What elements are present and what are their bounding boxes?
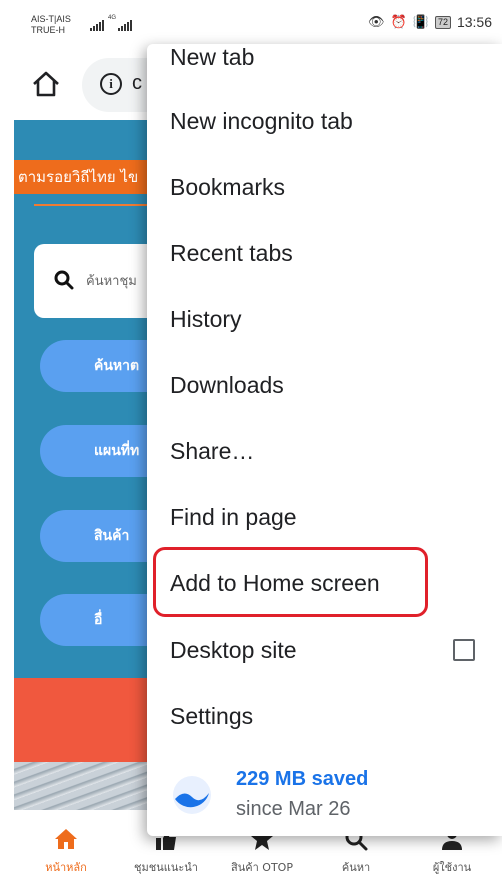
- vibrate-icon: 📳: [412, 14, 429, 29]
- menu-label: Find in page: [170, 504, 297, 530]
- menu-item-share[interactable]: Share…: [147, 418, 502, 484]
- menu-item-downloads[interactable]: Downloads: [147, 352, 502, 418]
- eye-comfort-icon: 👁: [368, 14, 385, 29]
- status-bar: AIS-T|AIS TRUE-H 4G 👁 ⏰ 📳 72 13:56: [0, 0, 502, 44]
- menu-item-new-incognito-tab[interactable]: New incognito tab: [147, 88, 502, 154]
- menu-label: History: [170, 306, 242, 332]
- battery-icon: 72: [434, 15, 451, 29]
- search-placeholder: ค้นหาชุม: [86, 274, 137, 289]
- data-saver-summary[interactable]: 229 MB saved since Mar 26: [147, 754, 502, 834]
- signal-strength-icon: [90, 19, 104, 31]
- menu-label: Share…: [170, 438, 255, 464]
- nav-label: สินค้า OTOP: [231, 861, 293, 874]
- menu-item-new-tab[interactable]: New tab: [147, 44, 502, 90]
- lite-mode-icon: [173, 776, 211, 814]
- carrier-line-2: TRUE-H: [31, 25, 65, 35]
- menu-label: Bookmarks: [170, 174, 286, 200]
- menu-label: New incognito tab: [170, 108, 353, 134]
- url-text: c: [132, 72, 142, 94]
- menu-label: Downloads: [170, 372, 284, 398]
- nav-item-home[interactable]: หน้าหลัก: [16, 810, 116, 886]
- menu-label: Recent tabs: [170, 240, 293, 266]
- home-icon: [33, 71, 59, 97]
- overflow-menu: New tab New incognito tab Bookmarks Rece…: [147, 44, 502, 836]
- carrier-label: AIS-T|AIS TRUE-H: [31, 14, 71, 36]
- menu-item-settings[interactable]: Settings: [147, 683, 502, 749]
- nav-label: ชุมชนแนะนำ: [134, 861, 198, 874]
- home-button[interactable]: [30, 68, 62, 100]
- highlight-box: [153, 547, 428, 617]
- clock: 13:56: [456, 14, 492, 30]
- carrier-line-1: AIS-T|AIS: [31, 14, 71, 24]
- home-icon: [55, 829, 77, 849]
- signal-strength-icon-2: [118, 19, 132, 31]
- nav-label: ค้นหา: [341, 861, 371, 874]
- info-icon[interactable]: i: [100, 73, 122, 95]
- menu-label: New tab: [170, 44, 255, 70]
- nav-label: ผู้ใช้งาน: [432, 861, 472, 874]
- nav-label: หน้าหลัก: [45, 861, 87, 874]
- menu-label: Settings: [170, 703, 254, 729]
- search-icon: [54, 270, 74, 290]
- menu-item-bookmarks[interactable]: Bookmarks: [147, 154, 502, 220]
- menu-item-desktop-site[interactable]: Desktop site: [147, 617, 502, 683]
- desktop-site-checkbox[interactable]: [453, 639, 475, 661]
- menu-item-recent-tabs[interactable]: Recent tabs: [147, 220, 502, 286]
- menu-item-history[interactable]: History: [147, 286, 502, 352]
- network-type-label: 4G: [108, 15, 117, 21]
- status-icons: 👁 ⏰ 📳 72 13:56: [368, 14, 492, 30]
- data-saved-amount: 229 MB saved: [236, 768, 369, 790]
- divider: [34, 204, 164, 206]
- menu-label: Desktop site: [170, 637, 297, 663]
- data-saved-since: since Mar 26: [236, 798, 351, 820]
- menu-item-find-in-page[interactable]: Find in page: [147, 484, 502, 550]
- alarm-icon: ⏰: [390, 14, 407, 29]
